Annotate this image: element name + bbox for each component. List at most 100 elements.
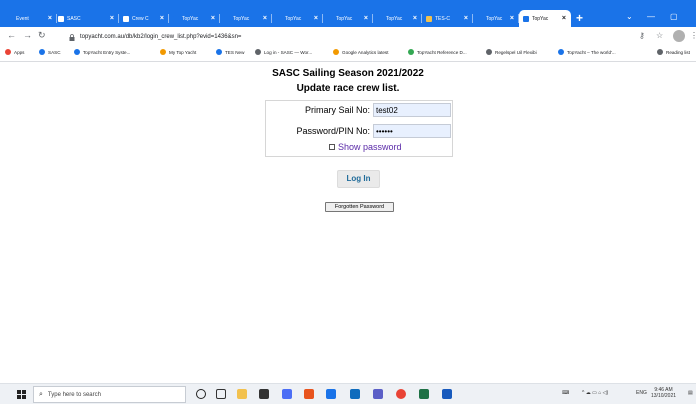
password-input[interactable]	[373, 124, 451, 138]
tab-close-icon[interactable]: ×	[562, 15, 566, 22]
taskbar-search[interactable]: ⌕ Type here to search	[33, 386, 186, 403]
bookmark-item[interactable]: TopYacht – The world'...	[558, 49, 616, 55]
bookmark-label: Apps	[14, 49, 25, 55]
sail-number-input[interactable]	[373, 103, 451, 117]
tab-close-icon[interactable]: ×	[364, 15, 368, 22]
tab-favicon-icon	[7, 15, 13, 22]
tab-close-icon[interactable]: ×	[110, 15, 114, 22]
cortana-icon[interactable]	[196, 389, 206, 399]
bookmark-label: Google Analytics latest	[342, 49, 389, 55]
bookmark-item[interactable]: TES New	[216, 49, 244, 55]
browser-tab[interactable]: Crew C ×	[119, 10, 169, 27]
tab-label: TopYac	[532, 15, 549, 22]
tab-favicon-icon	[276, 15, 282, 22]
app-icon[interactable]	[282, 389, 292, 399]
tab-close-icon[interactable]: ×	[263, 15, 267, 22]
browser-tab[interactable]: TES-C ×	[422, 10, 473, 27]
browser-tab[interactable]: TopYac ×	[519, 10, 571, 27]
profile-avatar[interactable]	[673, 30, 685, 42]
notification-icon[interactable]: ▤	[688, 390, 693, 396]
tab-close-icon[interactable]: ×	[160, 15, 164, 22]
sail-number-label: Primary Sail No:	[304, 105, 370, 115]
bookmark-label: Regelspel Uil Flexibi	[495, 49, 537, 55]
bookmark-item[interactable]: Log in - SASC — Wor...	[255, 49, 312, 55]
browser-tab[interactable]: TopYac ×	[220, 10, 272, 27]
bookmark-label: My Top Yacht	[169, 49, 197, 55]
login-button[interactable]: Log In	[337, 170, 380, 188]
mail-icon[interactable]	[350, 389, 360, 399]
show-password-toggle[interactable]: Show password	[329, 142, 402, 152]
bookmark-item[interactable]: TopYacht Reference D...	[408, 49, 467, 55]
tab-favicon-icon	[173, 15, 179, 22]
page-title: SASC Sailing Season 2021/2022	[272, 68, 424, 79]
reload-icon[interactable]: ↻	[38, 30, 46, 41]
page-content: SASC Sailing Season 2021/2022 Update rac…	[0, 63, 696, 381]
bookmark-item[interactable]: My Top Yacht	[160, 49, 196, 55]
new-tab-button[interactable]: +	[576, 11, 583, 25]
bookmark-item[interactable]: SASC	[39, 49, 61, 55]
teams-icon[interactable]	[373, 389, 383, 399]
tab-close-icon[interactable]: ×	[48, 15, 52, 22]
browser-tab[interactable]: TopYac ×	[473, 10, 519, 27]
topyacht-icon[interactable]	[326, 389, 336, 399]
forgot-password-button[interactable]: Forgotten Password	[325, 202, 394, 212]
bookmark-favicon-icon	[39, 49, 45, 55]
office-icon[interactable]	[304, 389, 314, 399]
search-icon: ⌕	[39, 390, 43, 398]
bookmark-label: Reading list	[666, 49, 691, 55]
show-password-checkbox[interactable]	[329, 144, 335, 150]
tab-favicon-icon	[426, 15, 432, 22]
tab-label: TopYac	[486, 15, 503, 22]
bookmarks-bar: Apps SASC TopYacht Entry Syste... My Top Ya…	[0, 46, 696, 62]
browser-tab[interactable]: Event ×	[3, 10, 57, 27]
tab-close-icon[interactable]: ×	[510, 15, 514, 22]
chrome-icon[interactable]	[396, 389, 406, 399]
bookmark-item[interactable]: Apps	[5, 49, 24, 55]
bookmark-item[interactable]: Reading list	[657, 49, 690, 55]
browser-tab[interactable]: TopYac ×	[272, 10, 323, 27]
bookmark-favicon-icon	[657, 49, 663, 55]
address-bar[interactable]: topyacht.com.au/db/kb2/login_crew_list.p…	[64, 30, 630, 44]
store-icon[interactable]	[259, 389, 269, 399]
key-icon[interactable]: ⚷	[639, 31, 645, 40]
tab-label: TopYac	[285, 15, 302, 22]
windows-start-icon[interactable]	[17, 390, 26, 399]
star-icon[interactable]: ☆	[656, 31, 663, 40]
bookmark-favicon-icon	[160, 49, 166, 55]
browser-tab[interactable]: TopYac ×	[169, 10, 220, 27]
bookmark-item[interactable]: Google Analytics latest	[333, 49, 388, 55]
tab-close-icon[interactable]: ×	[314, 15, 318, 22]
word-icon[interactable]	[442, 389, 452, 399]
bookmark-favicon-icon	[255, 49, 261, 55]
tab-favicon-icon	[123, 15, 129, 22]
browser-tab[interactable]: TopYac ×	[373, 10, 422, 27]
tab-close-icon[interactable]: ×	[413, 15, 417, 22]
menu-icon[interactable]: ⋮	[690, 31, 696, 40]
tab-label: Event	[16, 15, 29, 22]
tab-close-icon[interactable]: ×	[211, 15, 215, 22]
forward-icon[interactable]: →	[23, 30, 32, 40]
tray-icons[interactable]: ^ ☁ ▭ ⌂ ◁)	[582, 390, 608, 396]
tab-label: TES-C	[435, 15, 450, 22]
password-label: Password/PIN No:	[296, 126, 370, 136]
browser-tab[interactable]: TopYac ×	[323, 10, 373, 27]
language-indicator[interactable]: ENG	[636, 390, 647, 396]
excel-icon[interactable]	[419, 389, 429, 399]
file-explorer-icon[interactable]	[237, 389, 247, 399]
bookmark-item[interactable]: TopYacht Entry Syste...	[74, 49, 130, 55]
bookmark-favicon-icon	[486, 49, 492, 55]
bookmark-label: TopYacht Entry Syste...	[83, 49, 131, 55]
maximize-button[interactable]: ▢	[670, 12, 678, 21]
bookmark-label: TES New	[225, 49, 245, 55]
show-password-label[interactable]: Show password	[338, 142, 402, 152]
clock-date: 13/10/2021	[651, 393, 677, 399]
browser-tab[interactable]: SASC ×	[54, 10, 119, 27]
tab-close-icon[interactable]: ×	[464, 15, 468, 22]
chevron-down-icon[interactable]: ⌄	[626, 12, 633, 21]
minimize-button[interactable]: —	[647, 12, 655, 21]
task-view-icon[interactable]	[216, 389, 226, 399]
bookmark-item[interactable]: Regelspel Uil Flexibi	[486, 49, 537, 55]
back-icon[interactable]: ←	[7, 30, 16, 40]
clock[interactable]: 9:46 AM 13/10/2021	[651, 387, 676, 399]
keyboard-icon[interactable]: ⌨	[562, 390, 569, 396]
